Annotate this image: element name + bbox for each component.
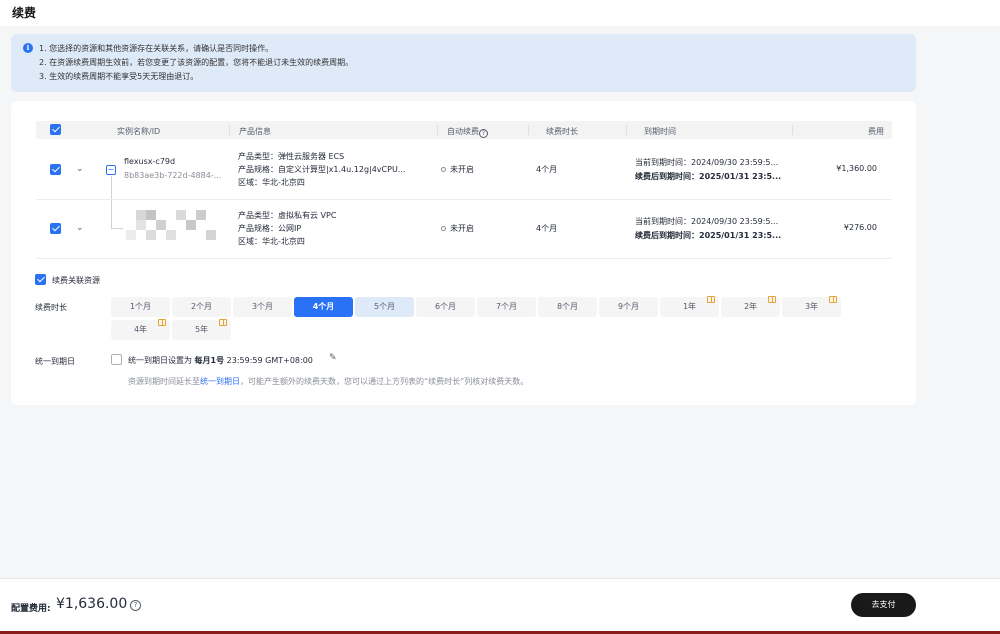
page-title: 续费 [12, 6, 37, 20]
row-checkbox[interactable] [50, 164, 61, 175]
gift-icon [707, 296, 715, 303]
total-help-icon[interactable]: ? [130, 600, 141, 611]
unify-checkbox[interactable] [111, 354, 122, 365]
expand-chevron-icon[interactable]: ⌄ [76, 223, 84, 233]
status-dot-icon [441, 167, 446, 172]
instance-id: 8b83ae3b-722d-4884-... [124, 171, 222, 180]
duration-option[interactable]: 3个月 [233, 297, 292, 317]
renewed-expire: 续费后到期时间：2025/01/31 23:5... [635, 231, 782, 240]
duration-option[interactable]: 4年 [111, 319, 170, 340]
renewed-expire: 续费后到期时间：2025/01/31 23:5... [635, 172, 782, 181]
gift-icon [768, 296, 776, 303]
header-auto-renew: 自动续费? [447, 126, 488, 138]
auto-renew-help-icon[interactable]: ? [479, 129, 488, 138]
duration-option[interactable]: 3年 [782, 296, 841, 317]
duration-option[interactable]: 8个月 [538, 297, 597, 317]
product-region: 区域：华北-北京四 [238, 178, 305, 187]
unify-text: 统一到期日设置为 每月1号 23:59:59 GMT+08:00 [128, 356, 313, 365]
duration-option[interactable]: 6个月 [416, 297, 475, 317]
header-instance: 实例名称/ID [117, 127, 161, 136]
redacted-instance-name [124, 210, 216, 244]
notice-line-2: 2. 在资源续费周期生效前，若您变更了该资源的配置，您将不能退订未生效的续费周期… [39, 58, 354, 67]
total-label: 配置费用: [11, 604, 51, 614]
product-spec: 产品规格：公网IP [238, 224, 302, 233]
renew-related-checkbox[interactable] [35, 274, 46, 285]
row-fee: ¥276.00 [843, 223, 877, 232]
current-expire: 当前到期时间：2024/09/30 23:59:5... [635, 217, 779, 226]
renewal-card: 实例名称/ID 产品信息 自动续费? 续费时长 到期时间 费用 ⌄ − flex… [11, 101, 916, 405]
duration-option[interactable]: 5个月 [355, 297, 414, 317]
table-header: 实例名称/ID 产品信息 自动续费? 续费时长 到期时间 费用 [36, 121, 892, 139]
header-product: 产品信息 [239, 127, 271, 136]
top-bar: 续费 [0, 0, 1000, 26]
renew-duration: 4个月 [536, 224, 558, 233]
product-type: 产品类型：弹性云服务器 ECS [238, 152, 345, 161]
info-notice: i 1. 您选择的资源和其他资源存在关联关系，请确认是否同时操作。 2. 在资源… [11, 34, 916, 92]
duration-option[interactable]: 1年 [660, 296, 719, 317]
duration-option[interactable]: 4个月 [294, 297, 353, 317]
notice-line-1: 1. 您选择的资源和其他资源存在关联关系，请确认是否同时操作。 [39, 44, 274, 53]
duration-option[interactable]: 1个月 [111, 297, 170, 317]
header-fee: 费用 [868, 127, 884, 136]
auto-renew-status: 未开启 [441, 164, 474, 175]
current-expire: 当前到期时间：2024/09/30 23:59:5... [635, 158, 779, 167]
header-expire: 到期时间 [644, 127, 676, 136]
total-value: ¥1,636.00 [56, 596, 128, 612]
duration-option[interactable]: 9个月 [599, 297, 658, 317]
instance-name[interactable]: flexusx-c79d [124, 157, 175, 166]
unify-label: 统一到期日 [35, 357, 75, 366]
duration-option[interactable]: 2年 [721, 296, 780, 317]
duration-option[interactable]: 7个月 [477, 297, 536, 317]
edit-pencil-icon[interactable]: ✎ [329, 353, 337, 363]
unify-date-link[interactable]: 统一到期日 [200, 377, 240, 386]
row-checkbox[interactable] [50, 223, 61, 234]
gift-icon [158, 319, 166, 326]
status-dot-icon [441, 226, 446, 231]
renew-related-label[interactable]: 续费关联资源 [52, 275, 100, 286]
expand-chevron-icon[interactable]: ⌄ [76, 164, 84, 174]
select-all-checkbox[interactable] [50, 124, 61, 135]
renew-duration: 4个月 [536, 165, 558, 174]
pay-button[interactable]: 去支付 [851, 593, 916, 617]
product-spec: 产品规格：自定义计算型|x1.4u.12g|4vCPU... [238, 165, 406, 174]
notice-line-3: 3. 生效的续费周期不能享受5天无理由退订。 [39, 72, 199, 81]
row-fee: ¥1,360.00 [836, 164, 877, 173]
duration-label: 续费时长 [35, 303, 67, 312]
auto-renew-status: 未开启 [441, 223, 474, 234]
duration-option[interactable]: 5年 [172, 319, 231, 340]
duration-option[interactable]: 2个月 [172, 297, 231, 317]
footer-bar [0, 578, 1000, 631]
collapse-icon[interactable]: − [106, 165, 116, 175]
gift-icon [829, 296, 837, 303]
product-type: 产品类型：虚拟私有云 VPC [238, 211, 337, 220]
info-icon: i [23, 43, 33, 53]
header-duration: 续费时长 [546, 127, 578, 136]
gift-icon [219, 319, 227, 326]
product-region: 区域：华北-北京四 [238, 237, 305, 246]
unify-hint: 资源到期时间延长至统一到期日，可能产生额外的续费天数，您可以通过上方列表的“续费… [128, 377, 529, 386]
